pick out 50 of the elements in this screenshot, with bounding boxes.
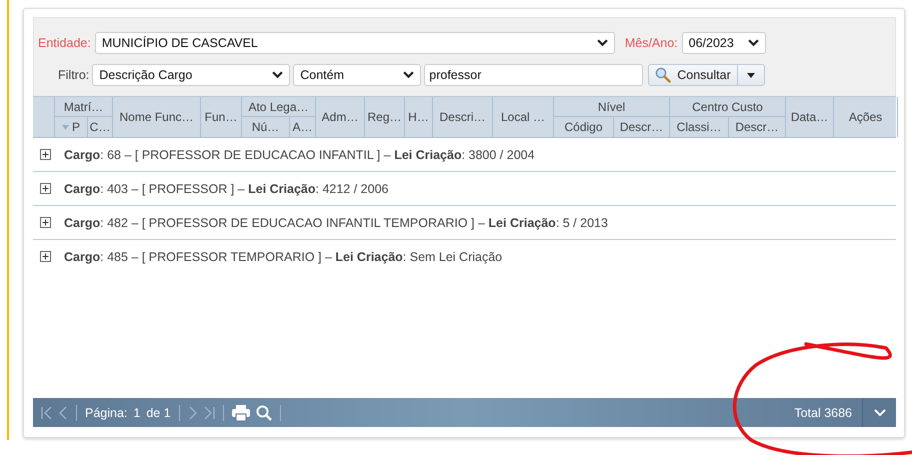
column-header[interactable]: Código — [554, 117, 614, 137]
search-icon — [655, 67, 672, 83]
print-icon[interactable] — [232, 404, 250, 420]
group-row-text: Cargo: 68 – [ PROFESSOR DE EDUCACAO INFANTIL ] – Lei Criação: 3800 / 2004 — [64, 148, 535, 162]
expand-icon[interactable] — [40, 251, 51, 262]
column-header[interactable]: Nú… — [242, 117, 290, 137]
column-header[interactable]: Ações — [834, 97, 898, 137]
column-header[interactable]: Local … — [493, 97, 554, 137]
column-header[interactable]: Nome Func… — [113, 97, 201, 137]
month-year-label: Mês/Ano: — [624, 36, 678, 50]
expand-icon[interactable] — [40, 217, 51, 228]
expand-icon[interactable] — [40, 149, 51, 160]
group-row-text: Cargo: 403 – [ PROFESSOR ] – Lei Criação: 4212 / 2006 — [64, 182, 388, 196]
column-header[interactable]: Reg… — [365, 97, 405, 137]
column-header[interactable]: P — [55, 117, 88, 137]
column-header[interactable]: H… — [405, 97, 433, 137]
column-header[interactable]: C… — [88, 117, 113, 137]
operator-select[interactable]: Contém — [293, 64, 422, 86]
expand-icon[interactable] — [40, 183, 51, 194]
column-header[interactable]: Nível — [554, 97, 670, 117]
entidade-select[interactable]: MUNICÍPIO DE CASCAVEL — [94, 32, 615, 54]
column-header[interactable]: Classi… — [670, 117, 729, 137]
column-header[interactable]: Descri… — [433, 97, 493, 137]
page-label: Página: — [85, 406, 128, 420]
column-header[interactable]: Descr… — [614, 117, 670, 137]
column-header[interactable]: Descr… — [729, 117, 786, 137]
chevron-down-icon — [403, 71, 414, 79]
column-header[interactable]: Adm… — [316, 97, 365, 137]
filter-field-select[interactable]: Descrição Cargo — [92, 64, 290, 86]
column-header[interactable]: Ato Lega… — [242, 97, 316, 117]
page-number: 1 — [133, 406, 140, 420]
column-header[interactable]: Centro Custo — [670, 97, 786, 117]
column-header[interactable]: Data… — [786, 97, 834, 137]
caret-icon — [746, 72, 755, 78]
month-year-select[interactable]: 06/2023 — [682, 32, 766, 54]
column-header[interactable]: A… — [290, 117, 316, 137]
chevron-down-icon — [748, 39, 759, 47]
chevron-down-icon — [596, 39, 608, 47]
filter-label: Filtro: — [58, 68, 90, 82]
total-count: Total 3686 — [794, 406, 852, 420]
chevron-down-icon — [874, 408, 886, 416]
group-row-text: Cargo: 485 – [ PROFESSOR TEMPORARIO ] – Lei Criação: Sem Lei Criação — [64, 250, 502, 264]
search-icon[interactable] — [256, 404, 272, 420]
entidade-label: Entidade: — [38, 36, 91, 50]
column-header[interactable]: Fun… — [201, 97, 242, 137]
column-header[interactable]: Matrí… — [55, 97, 113, 117]
chevron-down-icon — [272, 71, 284, 79]
group-row-text: Cargo: 482 – [ PROFESSOR DE EDUCACAO INFANTIL TEMPORARIO ] – Lei Criação: 5 / 2013 — [64, 216, 608, 230]
page-count: de 1 — [146, 406, 171, 420]
search-input[interactable]: professor — [424, 64, 644, 86]
